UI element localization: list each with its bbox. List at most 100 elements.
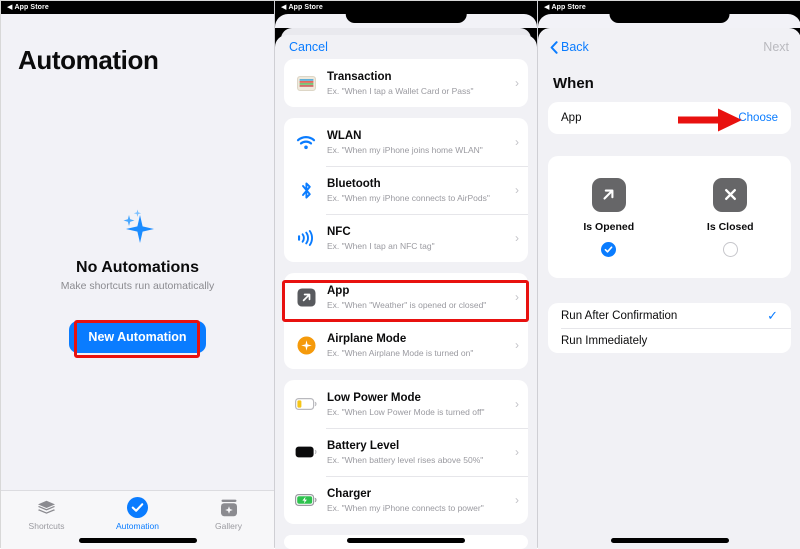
list-item-bluetooth[interactable]: Bluetooth Ex. "When my iPhone connects t… — [284, 166, 528, 214]
arrow-up-right-icon — [591, 177, 626, 212]
run-option-after-confirmation[interactable]: Run After Confirmation ✓ — [548, 303, 791, 328]
list-item-title: App — [327, 284, 350, 297]
chevron-right-icon: › — [515, 231, 519, 245]
trigger-group-1: Transaction Ex. "When I tap a Wallet Car… — [284, 59, 528, 107]
airplane-icon — [293, 334, 319, 356]
app-row-label: App — [561, 112, 582, 124]
chevron-right-icon: › — [515, 338, 519, 352]
battery-charging-icon — [293, 489, 319, 511]
list-item-subtitle: Ex. "When my iPhone joins home WLAN" — [327, 144, 483, 155]
bluetooth-icon — [293, 179, 319, 201]
state-option-is-closed[interactable]: Is Closed — [670, 156, 792, 278]
next-button[interactable]: Next — [763, 40, 789, 54]
state-selector-card: Is Opened Is Closed — [548, 156, 791, 278]
automation-check-icon — [127, 497, 148, 518]
back-button-label: Back — [561, 40, 589, 54]
status-bar-right: ◀ App Store — [538, 1, 800, 14]
back-triangle-icon: ◀ — [281, 4, 287, 11]
new-automation-wrap: New Automation — [1, 321, 274, 353]
panel-divider-1 — [274, 1, 275, 547]
trigger-group-4: Low Power Mode Ex. "When Low Power Mode … — [284, 380, 528, 524]
wallet-card-icon — [293, 72, 319, 94]
x-mark-icon — [713, 177, 748, 212]
trigger-group-2: WLAN Ex. "When my iPhone joins home WLAN… — [284, 118, 528, 262]
empty-state-subtitle: Make shortcuts run automatically — [60, 280, 215, 292]
section-title-when: When — [553, 75, 594, 92]
list-item-charger[interactable]: Charger Ex. "When my iPhone connects to … — [284, 476, 528, 524]
state-option-label: Is Closed — [706, 220, 754, 233]
list-item-wlan[interactable]: WLAN Ex. "When my iPhone joins home WLAN… — [284, 118, 528, 166]
status-bar-app-label: App Store — [288, 4, 323, 11]
list-item-airplane-mode[interactable]: Airplane Mode Ex. "When Airplane Mode is… — [284, 321, 528, 369]
radio-is-closed[interactable] — [722, 241, 738, 257]
trigger-group-3: App Ex. "When "Weather" is opened or clo… — [284, 273, 528, 369]
app-row-card[interactable]: App Choose — [548, 102, 791, 134]
nfc-icon — [293, 227, 319, 249]
back-button[interactable]: Back — [550, 40, 589, 54]
home-indicator — [347, 538, 465, 543]
phone-screen-middle: Cancel Transaction Ex. "When I tap a Wal… — [275, 1, 537, 549]
list-item-title: Airplane Mode — [327, 332, 407, 345]
list-item-title: Bluetooth — [327, 177, 381, 190]
list-item-battery-level[interactable]: Battery Level Ex. "When battery level ri… — [284, 428, 528, 476]
chevron-right-icon: › — [515, 493, 519, 507]
choose-button[interactable]: Choose — [738, 112, 778, 124]
state-option-is-opened[interactable]: Is Opened — [548, 156, 670, 278]
list-item-subtitle: Ex. "When I tap an NFC tag" — [327, 240, 435, 251]
radio-is-opened[interactable] — [601, 241, 617, 257]
list-item-low-power-mode[interactable]: Low Power Mode Ex. "When Low Power Mode … — [284, 380, 528, 428]
run-option-label: Run After Confirmation — [561, 309, 678, 322]
panel-trigger-list: Cancel Transaction Ex. "When I tap a Wal… — [275, 1, 537, 549]
cancel-button[interactable]: Cancel — [289, 40, 328, 54]
panel-when-config: Back Next When App Choose Is Opened Is C… — [538, 1, 800, 549]
list-item-nfc[interactable]: NFC Ex. "When I tap an NFC tag" › — [284, 214, 528, 262]
nav-bar: Back Next — [538, 35, 800, 59]
list-item-title: Charger — [327, 487, 372, 500]
check-icon — [604, 245, 613, 253]
list-item-subtitle: Ex. "When I tap a Wallet Card or Pass" — [327, 85, 474, 96]
tab-gallery-label: Gallery — [215, 521, 242, 531]
list-item-subtitle: Ex. "When "Weather" is opened or closed" — [327, 299, 487, 310]
stack-icon — [37, 497, 56, 518]
tab-shortcuts-label: Shortcuts — [28, 521, 65, 531]
home-indicator — [78, 538, 197, 543]
chevron-right-icon: › — [515, 76, 519, 90]
tab-gallery[interactable]: Gallery — [183, 491, 274, 549]
notch — [345, 14, 467, 23]
list-item-subtitle: Ex. "When battery level rises above 50%" — [327, 454, 484, 465]
chevron-right-icon: › — [515, 397, 519, 411]
home-indicator — [610, 538, 729, 543]
chevron-right-icon: › — [515, 290, 519, 304]
tab-automation-label: Automation — [116, 521, 159, 531]
status-bar-app-label: App Store — [551, 4, 586, 11]
list-item-app[interactable]: App Ex. "When "Weather" is opened or clo… — [284, 273, 528, 321]
status-bar-middle: ◀ App Store — [275, 1, 537, 14]
list-item-transaction[interactable]: Transaction Ex. "When I tap a Wallet Car… — [284, 59, 528, 107]
list-item-title: Transaction — [327, 70, 392, 83]
list-item-title: Low Power Mode — [327, 391, 421, 404]
state-option-label: Is Opened — [583, 220, 635, 233]
wifi-icon — [293, 131, 319, 153]
list-item-subtitle: Ex. "When Low Power Mode is turned off" — [327, 406, 485, 417]
battery-low-icon — [293, 393, 319, 415]
list-item-title: Battery Level — [327, 439, 400, 452]
run-option-immediately[interactable]: Run Immediately — [548, 328, 791, 353]
chevron-left-icon — [550, 40, 558, 54]
phone-screen-right: Back Next When App Choose Is Opened Is C… — [538, 1, 800, 549]
list-item-subtitle: Ex. "When my iPhone connects to AirPods" — [327, 192, 490, 203]
panel-divider-2 — [537, 1, 538, 547]
gallery-icon — [220, 497, 238, 518]
when-sheet: Back Next When App Choose Is Opened Is C… — [538, 28, 800, 549]
screenshot-root: Automation No Automations Make shortcuts… — [0, 0, 800, 549]
list-item-subtitle: Ex. "When Airplane Mode is turned on" — [327, 347, 474, 358]
page-title: Automation — [18, 45, 159, 75]
list-item-title: NFC — [327, 225, 351, 238]
new-automation-button[interactable]: New Automation — [69, 321, 206, 353]
sheet-nav: Cancel — [275, 35, 537, 59]
list-item-title: WLAN — [327, 129, 362, 142]
notch — [609, 14, 730, 23]
chevron-right-icon: › — [515, 445, 519, 459]
chevron-right-icon: › — [515, 183, 519, 197]
battery-full-icon — [293, 441, 319, 463]
status-bar-left: ◀ App Store — [1, 1, 274, 14]
